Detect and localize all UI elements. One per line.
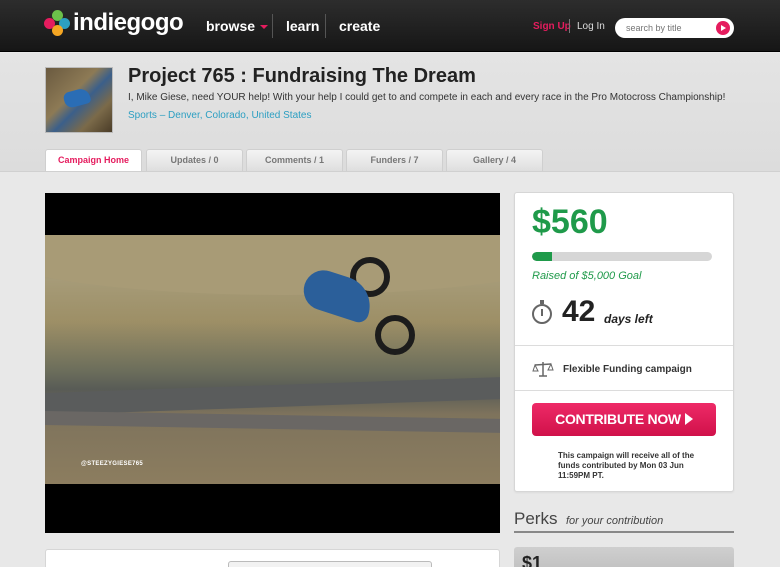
goal-text: Raised of $5,000 Goal (532, 270, 642, 282)
tab-updates[interactable]: Updates / 0 (146, 149, 243, 171)
video-watermark: @STEEZYGIESE765 (81, 461, 144, 467)
category-link[interactable]: Sports (128, 110, 157, 121)
tab-gallery[interactable]: Gallery / 4 (446, 149, 543, 171)
project-description: I, Mike Giese, need YOUR help! With your… (128, 92, 726, 103)
nav-divider (272, 14, 273, 38)
video-frame: @STEEZYGIESE765 (45, 235, 500, 484)
contribute-label: CONTRIBUTE NOW (555, 411, 681, 427)
panel-divider (515, 345, 733, 346)
logo-flower-icon (44, 10, 70, 36)
project-thumbnail[interactable] (45, 67, 113, 133)
category-separator: – (159, 110, 166, 121)
sign-up-link[interactable]: Sign Up (533, 21, 571, 32)
nav-browse-label: browse (206, 18, 256, 34)
nav-create[interactable]: create (339, 18, 380, 34)
search-submit-icon[interactable] (716, 21, 730, 35)
perks-divider (514, 531, 734, 533)
perk-amount: $1 (522, 553, 543, 567)
share-bar[interactable] (228, 561, 432, 567)
nav-learn[interactable]: learn (286, 18, 319, 34)
funding-progress-bar (532, 252, 712, 261)
project-title: Project 765 : Fundraising The Dream (128, 65, 476, 87)
tab-funders[interactable]: Funders / 7 (346, 149, 443, 171)
auth-divider (569, 19, 570, 33)
funding-progress-fill (532, 252, 553, 261)
tab-comments[interactable]: Comments / 1 (246, 149, 343, 171)
stopwatch-icon (532, 300, 552, 324)
tab-campaign-home[interactable]: Campaign Home (45, 149, 142, 172)
project-category-location: Sports – Denver, Colorado, United States (128, 110, 312, 121)
scales-icon (532, 362, 554, 377)
nav-browse[interactable]: browse (206, 18, 269, 34)
location-state-link[interactable]: Colorado (205, 110, 246, 121)
perks-subheading: for your contribution (566, 515, 664, 527)
perk-card[interactable] (514, 547, 734, 567)
log-in-link[interactable]: Log In (577, 21, 605, 32)
funding-deadline-note: This campaign will receive all of the fu… (558, 451, 695, 480)
nav-divider (325, 14, 326, 38)
dirt-track (45, 376, 500, 416)
campaign-video-player[interactable]: @STEEZYGIESE765 (45, 193, 500, 533)
location-city-link[interactable]: Denver (168, 110, 200, 121)
location-country-link[interactable]: United States (251, 110, 311, 121)
top-navigation-bar: indiegogo browse learn create Sign Up Lo… (0, 0, 780, 52)
panel-divider (515, 390, 733, 391)
play-arrow-icon (684, 413, 693, 425)
perks-heading: Perks (514, 509, 558, 528)
campaign-details-card (45, 549, 500, 567)
days-left-count: 42 (562, 295, 596, 328)
bike-wheel (375, 315, 415, 355)
logo-wordmark: indiegogo (73, 9, 184, 36)
indiegogo-logo[interactable]: indiegogo (44, 9, 184, 37)
amount-raised: $560 (532, 203, 608, 241)
rider-image (62, 86, 92, 110)
dirt-track (45, 410, 500, 434)
background-hill (45, 235, 500, 295)
caret-down-icon (260, 25, 269, 30)
days-left-label: days left (604, 312, 653, 326)
funding-type-label: Flexible Funding campaign (563, 364, 692, 375)
contribute-now-button[interactable]: CONTRIBUTE NOW (532, 403, 716, 436)
